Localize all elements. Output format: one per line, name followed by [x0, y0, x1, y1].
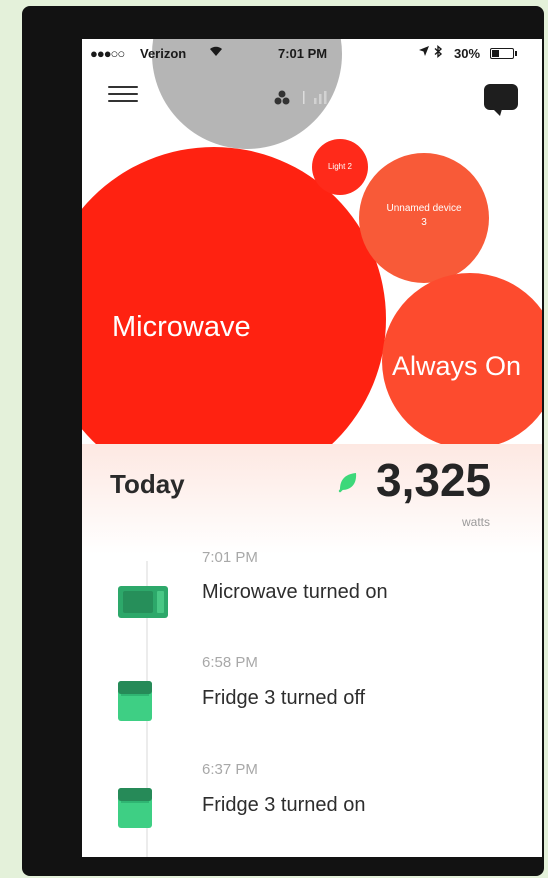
app-screen: Microwave Light 2 Unnamed device 3 Alway…	[82, 39, 542, 857]
plug-icon	[336, 469, 362, 500]
timeline-event[interactable]: 6:58 PM Fridge 3 turned off	[82, 651, 542, 731]
bubble-light-2[interactable]: Light 2	[312, 139, 368, 195]
event-time: 6:37 PM	[202, 761, 258, 778]
view-toggle	[274, 87, 334, 112]
phone-frame: Microwave Light 2 Unnamed device 3 Alway…	[22, 6, 544, 876]
event-time: 6:58 PM	[202, 654, 258, 671]
bar-chart-icon[interactable]	[314, 91, 327, 104]
bubble-always-on[interactable]: Always On	[382, 273, 542, 449]
period-label[interactable]: Today	[110, 469, 185, 500]
wifi-icon	[209, 45, 223, 60]
timeline-event[interactable]: 6:37 PM Fridge 3 turned on	[82, 758, 542, 838]
bubble-label: Microwave	[112, 311, 251, 343]
carrier-name: Verizon	[140, 46, 187, 61]
hamburger-menu-icon[interactable]	[108, 86, 138, 106]
power-unit: watts	[462, 515, 491, 529]
fridge-icon	[118, 788, 152, 833]
bubble-label: Light 2	[327, 162, 353, 171]
bubble-label: Always On	[392, 351, 522, 381]
toggle-divider	[303, 91, 305, 104]
fridge-icon	[118, 681, 152, 726]
event-text: Microwave turned on	[202, 581, 388, 603]
signal-strength: ●●●○○	[90, 46, 125, 61]
event-text: Fridge 3 turned on	[202, 794, 366, 816]
microwave-icon	[118, 586, 168, 623]
battery-icon	[490, 48, 517, 59]
power-value: 3,325	[376, 454, 492, 506]
status-bar: ●●●○○ Verizon 7:01 PM 30%	[82, 39, 542, 67]
status-time: 7:01 PM	[278, 46, 328, 61]
event-text: Fridge 3 turned off	[202, 687, 366, 709]
bubble-unnamed-device-3[interactable]: Unnamed device 3	[359, 153, 489, 283]
location-arrow-icon	[418, 45, 430, 60]
bubble-view-icon[interactable]	[274, 90, 290, 105]
battery-percent: 30%	[454, 46, 481, 61]
chat-bubble-icon[interactable]	[484, 84, 518, 116]
bubble-label: Unnamed device 3	[386, 203, 462, 228]
timeline-event[interactable]: 7:01 PM Microwave turned on	[82, 544, 542, 624]
bluetooth-icon	[433, 45, 443, 61]
event-time: 7:01 PM	[202, 549, 258, 566]
